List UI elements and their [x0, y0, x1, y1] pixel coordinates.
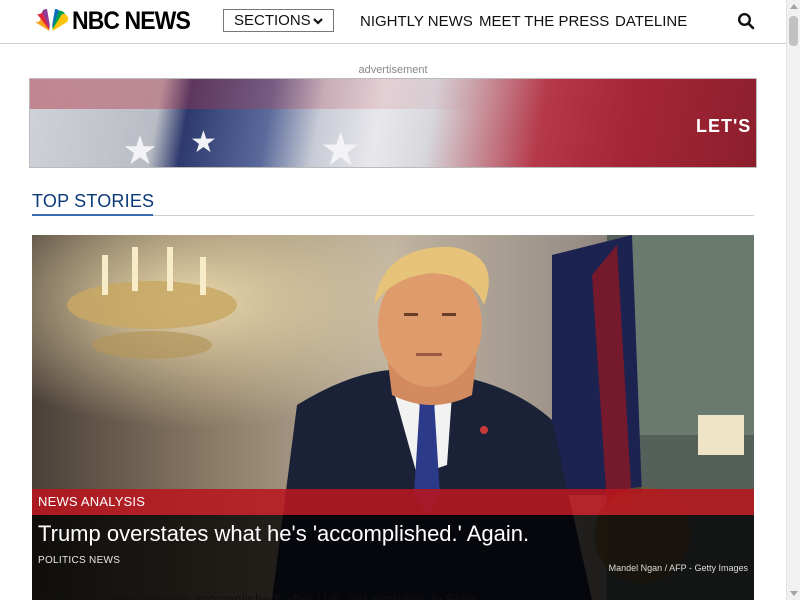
- site-header: NBC NEWS SECTIONS NIGHTLY NEWS MEET THE …: [0, 0, 786, 44]
- hero-kicker: NEWS ANALYSIS: [38, 494, 146, 509]
- hero-kicker-band: NEWS ANALYSIS: [32, 489, 754, 515]
- ad-label: advertisement: [358, 64, 428, 76]
- nav-dateline[interactable]: DATELINE: [615, 13, 687, 30]
- hero-photo-credit: Mandel Ngan / AFP - Getty Images: [608, 563, 748, 573]
- ad-star-icon: ★: [122, 129, 158, 168]
- top-stories-heading: TOP STORIES: [32, 191, 155, 211]
- nbc-news-logo[interactable]: NBC NEWS: [32, 6, 200, 35]
- page: NBC NEWS SECTIONS NIGHTLY NEWS MEET THE …: [0, 0, 800, 600]
- hero-headline[interactable]: Trump overstates what he's 'accomplished…: [38, 521, 529, 547]
- related-headline[interactable]: Trump declares 'mission accomplished' af…: [38, 591, 478, 600]
- nav-meet-the-press[interactable]: MEET THE PRESS: [479, 13, 609, 30]
- scroll-thumb[interactable]: [789, 16, 798, 46]
- ad-banner-text: LET'S S: [696, 116, 756, 136]
- hero-story[interactable]: NEWS ANALYSIS Trump overstates what he's…: [32, 235, 754, 600]
- search-icon[interactable]: [737, 12, 755, 30]
- peacock-icon: [35, 8, 69, 32]
- logo-text: NBC NEWS: [72, 6, 191, 35]
- ad-flag-stripe: [30, 79, 490, 109]
- ad-star-icon: ★: [190, 126, 217, 159]
- page-scrollbar[interactable]: [786, 0, 800, 600]
- scroll-up-arrow-icon[interactable]: [790, 4, 798, 9]
- scroll-down-arrow-icon[interactable]: [790, 591, 798, 596]
- hero-category[interactable]: POLITICS NEWS: [38, 555, 120, 566]
- sections-label: SECTIONS: [234, 12, 311, 29]
- nav-nightly-news[interactable]: NIGHTLY NEWS: [360, 13, 473, 30]
- top-stories-underline: [32, 214, 153, 216]
- ad-star-icon: ★: [320, 123, 362, 168]
- chevron-down-icon: [313, 18, 323, 25]
- sections-button[interactable]: SECTIONS: [223, 9, 334, 32]
- ad-banner[interactable]: ★ ★ ★ LET'S S: [29, 78, 757, 168]
